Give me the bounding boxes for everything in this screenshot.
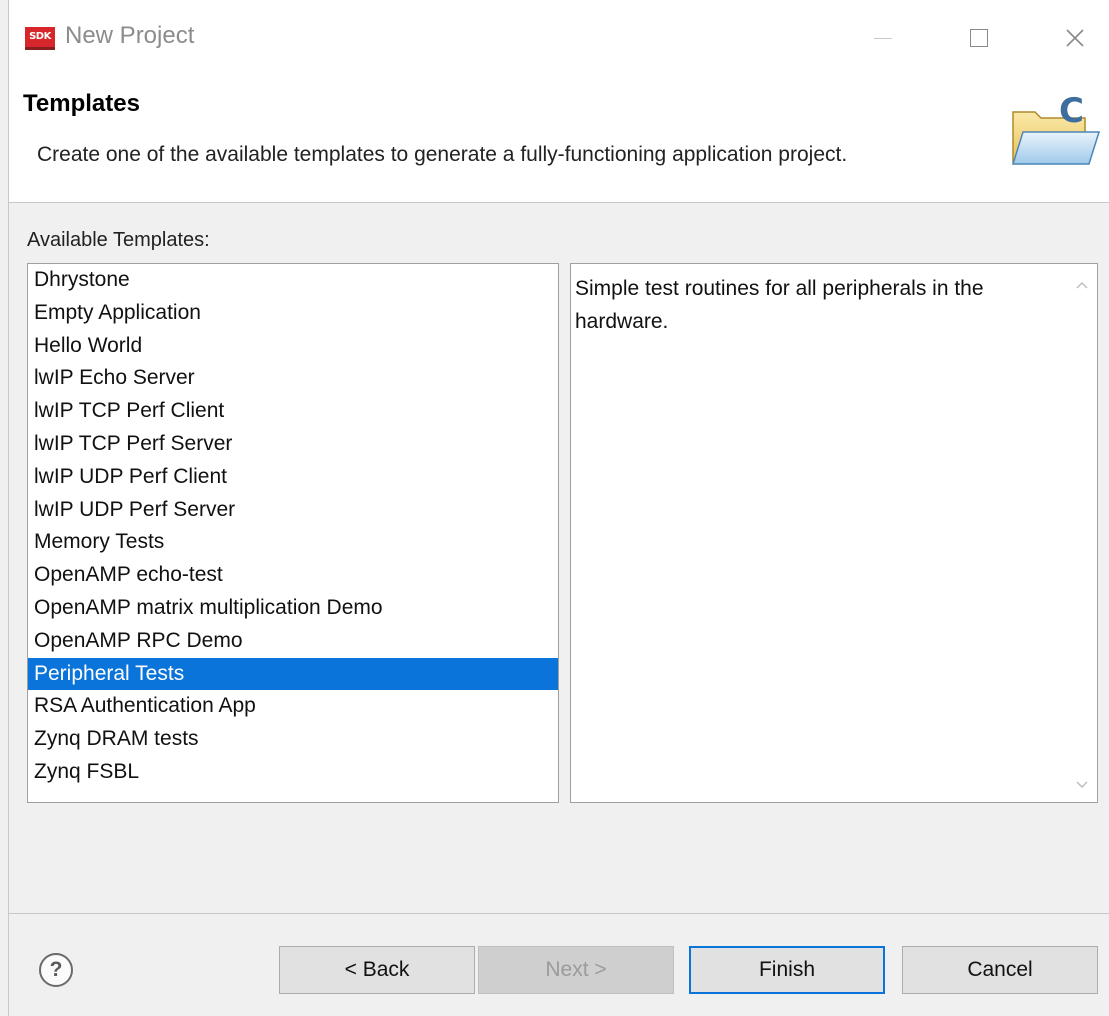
title-bar[interactable]: SDK New Project (9, 0, 1109, 76)
new-project-dialog: SDK New Project Templates Create one of … (8, 0, 1109, 1016)
page-description: Create one of the available templates to… (37, 143, 848, 166)
template-description-panel[interactable]: Simple test routines for all peripherals… (570, 263, 1098, 803)
next-button[interactable]: Next > (478, 946, 674, 994)
svg-text:C: C (1059, 91, 1084, 131)
scroll-up-icon[interactable] (1075, 278, 1089, 292)
available-templates-label: Available Templates: (27, 229, 210, 251)
wizard-header: Templates Create one of the available te… (9, 76, 1109, 203)
list-item[interactable]: lwIP Echo Server (28, 362, 558, 395)
close-button[interactable] (1045, 20, 1105, 56)
finish-button[interactable]: Finish (689, 946, 885, 994)
sdk-app-icon: SDK (25, 27, 55, 50)
cancel-button[interactable]: Cancel (902, 946, 1098, 994)
list-item[interactable]: lwIP UDP Perf Server (28, 494, 558, 527)
new-c-project-folder-icon: C (1011, 91, 1101, 165)
maximize-icon (970, 29, 988, 47)
maximize-button[interactable] (949, 20, 1009, 56)
list-item[interactable]: Zynq FSBL (28, 756, 558, 789)
list-item[interactable]: OpenAMP echo-test (28, 559, 558, 592)
list-item[interactable]: lwIP UDP Perf Client (28, 461, 558, 494)
list-item[interactable]: OpenAMP RPC Demo (28, 625, 558, 658)
list-item[interactable]: Zynq DRAM tests (28, 723, 558, 756)
template-description-text: Simple test routines for all peripherals… (575, 277, 984, 333)
list-item[interactable]: Hello World (28, 330, 558, 363)
list-item[interactable]: RSA Authentication App (28, 690, 558, 723)
list-item[interactable]: lwIP TCP Perf Server (28, 428, 558, 461)
list-item[interactable]: Empty Application (28, 297, 558, 330)
help-icon[interactable]: ? (39, 953, 73, 987)
templates-list[interactable]: Dhrystone Empty Application Hello World … (27, 263, 559, 803)
list-item[interactable]: OpenAMP matrix multiplication Demo (28, 592, 558, 625)
list-item[interactable]: Memory Tests (28, 526, 558, 559)
minimize-button[interactable] (853, 20, 913, 56)
scroll-down-icon[interactable] (1075, 778, 1089, 792)
window-title: New Project (65, 22, 195, 49)
minimize-icon (874, 37, 892, 39)
list-item[interactable]: lwIP TCP Perf Client (28, 395, 558, 428)
close-icon (1066, 29, 1084, 47)
page-title: Templates (23, 90, 140, 117)
footer-divider (9, 913, 1109, 914)
list-item-selected[interactable]: Peripheral Tests (28, 657, 558, 691)
back-button[interactable]: < Back (279, 946, 475, 994)
list-item[interactable]: Dhrystone (28, 264, 558, 297)
